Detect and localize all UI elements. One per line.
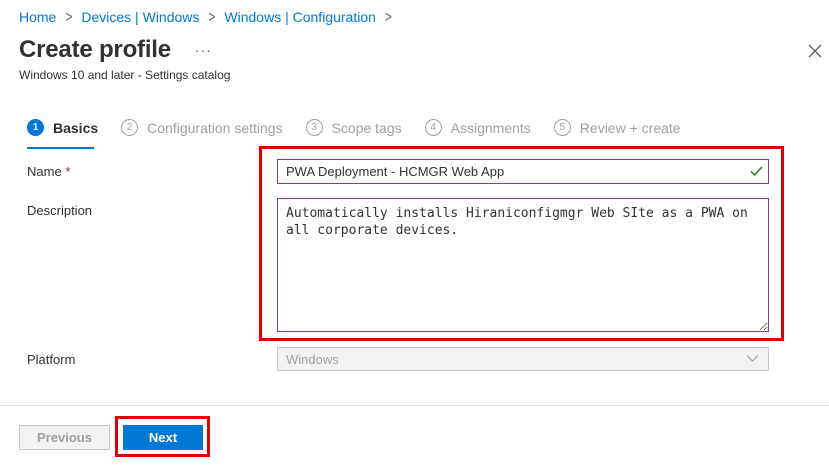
step-label: Review + create [579, 119, 681, 136]
description-label: Description [27, 203, 93, 218]
tab-scope-tags[interactable]: 3 Scope tags [305, 119, 402, 136]
title-row: Create profile ··· [19, 36, 212, 64]
platform-value: Windows [286, 352, 339, 367]
breadcrumb-separator: > [208, 7, 216, 27]
wizard-steps: 1 Basics 2 Configuration settings 3 Scop… [27, 119, 704, 136]
name-label-text: Name [27, 164, 62, 179]
required-marker: * [65, 164, 71, 179]
breadcrumb-devices-windows[interactable]: Devices | Windows [81, 9, 199, 25]
platform-select[interactable]: Windows [277, 347, 769, 371]
step-number: 1 [27, 119, 44, 136]
tab-assignments[interactable]: 4 Assignments [424, 119, 531, 136]
more-icon[interactable]: ··· [195, 42, 212, 58]
active-tab-indicator [27, 147, 94, 149]
tab-basics[interactable]: 1 Basics [27, 119, 98, 136]
step-label: Scope tags [331, 119, 402, 136]
name-label: Name * [27, 164, 70, 179]
step-label: Configuration settings [147, 119, 283, 136]
step-number: 4 [424, 119, 442, 136]
step-number: 5 [553, 119, 571, 136]
platform-label: Platform [27, 352, 76, 367]
close-icon[interactable] [808, 44, 822, 58]
breadcrumb-separator: > [65, 7, 73, 27]
breadcrumb-home[interactable]: Home [19, 9, 56, 25]
previous-button[interactable]: Previous [19, 425, 110, 450]
breadcrumb-windows-configuration[interactable]: Windows | Configuration [224, 9, 375, 25]
page-title: Create profile [19, 36, 171, 63]
step-label: Assignments [450, 119, 531, 136]
chevron-down-icon [746, 355, 759, 362]
step-label: Basics [53, 119, 99, 136]
footer-divider [0, 405, 829, 406]
step-number: 3 [305, 119, 323, 136]
breadcrumb-separator: > [384, 7, 392, 27]
next-button[interactable]: Next [123, 425, 203, 450]
page-subtitle: Windows 10 and later - Settings catalog [19, 68, 231, 82]
step-number: 2 [121, 119, 139, 136]
tab-configuration-settings[interactable]: 2 Configuration settings [121, 119, 283, 136]
highlight-box [259, 146, 784, 341]
tab-review-create[interactable]: 5 Review + create [553, 119, 681, 136]
breadcrumb: Home > Devices | Windows > Windows | Con… [19, 7, 401, 27]
